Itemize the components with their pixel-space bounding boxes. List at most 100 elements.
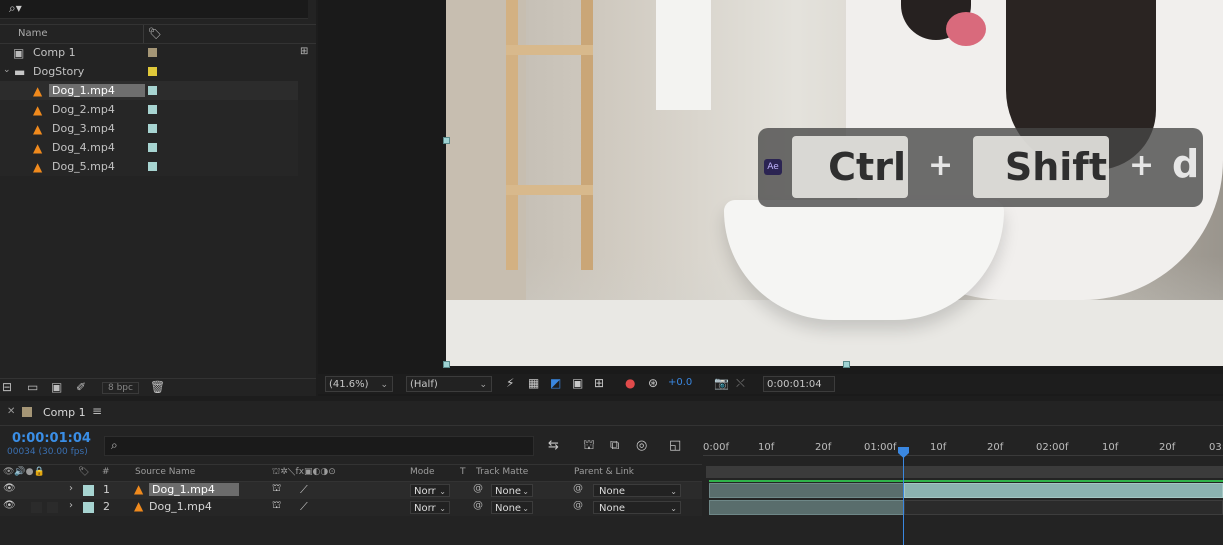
show-snapshot-icon[interactable]: ⛌ [736,376,745,391]
layer-row[interactable]: 👁 › 2 ▲ Dog_1.mp4 ⛫ ⟋ Norr ⌄ @ None ⌄ @ No… [0,499,702,516]
parent-dropdown[interactable]: None ⌄ [593,501,681,514]
new-composition-icon[interactable]: ▣ [51,380,62,394]
flowchart-icon[interactable]: ⊞ [300,46,308,57]
label-tag-icon[interactable]: 🏷 [78,467,89,477]
column-name-label[interactable]: Name [18,28,48,39]
ruler-tick-label: 20f [815,442,832,453]
color-depth-button[interactable]: 8 bpc [102,382,139,394]
column-parent: Parent & Link [574,467,634,477]
project-item-comp[interactable]: ▣ Comp 1 ⊞ [0,43,308,62]
panel-menu-icon[interactable]: ≡ [92,404,102,418]
parent-pickwhip-icon[interactable]: @ [573,500,583,511]
blend-mode-dropdown[interactable]: Norr ⌄ [410,484,450,497]
label-color-swatch[interactable] [148,48,157,57]
label-color-swatch[interactable] [148,86,157,95]
parent-dropdown[interactable]: None ⌄ [593,484,681,497]
project-item-footage[interactable]: ▲ Dog_2.mp4 [0,100,298,119]
project-item-footage[interactable]: ▲ Dog_4.mp4 [0,138,298,157]
close-icon[interactable]: ✕ [7,406,15,417]
lock-toggle[interactable] [47,502,58,513]
transform-handle[interactable] [443,361,450,368]
trash-icon[interactable]: 🗑 [150,380,165,394]
layer-source-name[interactable]: Dog_1.mp4 [149,500,212,513]
chevron-down-icon: ⌄ [522,487,529,496]
transform-handle[interactable] [843,361,850,368]
comp-flowchart-icon[interactable]: ⇆ [548,438,559,453]
transparency-grid-icon[interactable]: ▦ [528,376,539,390]
shy-switch-icon[interactable]: ⛫ [272,500,281,513]
project-item-footage[interactable]: ▲ Dog_3.mp4 [0,119,298,138]
layer-color-swatch[interactable] [83,485,94,496]
label-color-swatch[interactable] [148,124,157,133]
current-time-display[interactable]: 0:00:01:04 [12,431,91,446]
quality-switch-icon[interactable]: ⟋ [300,483,308,497]
label-color-swatch[interactable] [148,162,157,171]
label-color-swatch[interactable] [148,105,157,114]
parent-pickwhip-icon[interactable]: @ [573,483,583,494]
eye-icon[interactable]: 👁 [3,483,16,494]
project-item-footage[interactable]: ▲ Dog_5.mp4 [0,157,298,176]
layer-duration-bar[interactable] [709,500,904,515]
channels-icon[interactable]: ● [625,376,635,390]
exposure-value[interactable]: +0.0 [668,377,692,388]
work-area-bar[interactable] [706,466,1223,478]
draft-3d-icon[interactable]: ⛫ [583,438,595,455]
project-item-folder[interactable]: ⌄ ▬ DogStory [0,62,298,81]
region-of-interest-icon[interactable]: ▣ [572,376,583,390]
timeline-tab[interactable]: ✕ Comp 1 ≡ [0,401,1223,426]
hide-shy-layers-icon[interactable]: ⧉ [610,438,619,453]
motion-blur-icon[interactable]: ◱ [669,438,681,453]
resolution-dropdown[interactable]: (Half) ⌄ [406,376,492,392]
project-search-input[interactable]: ⌕▾ [0,0,308,19]
blend-mode-dropdown[interactable]: Norr ⌄ [410,501,450,514]
chevron-right-icon[interactable]: › [69,500,73,511]
column-source-name[interactable]: Source Name [135,467,195,477]
quality-switch-icon[interactable]: ⟋ [300,500,308,514]
magnification-dropdown[interactable]: (41.6%) ⌄ [325,376,393,392]
shy-switch-icon[interactable]: ⛫ [272,483,281,496]
layer-duration-bar[interactable] [904,483,1223,498]
solo-toggle[interactable] [31,502,42,513]
label-color-swatch[interactable] [148,67,157,76]
transform-handle[interactable] [443,137,450,144]
label-tag-icon[interactable]: 🏷 [148,27,162,40]
timeline-search-input[interactable]: ⌕ [104,436,534,456]
chevron-down-icon[interactable]: ⌄ [3,65,11,75]
chevron-right-icon[interactable]: › [69,483,73,494]
layer-source-name[interactable]: Dog_1.mp4 [149,483,239,496]
eye-icon[interactable]: 👁 [3,500,16,511]
project-item-footage[interactable]: ▲ Dog_1.mp4 [0,81,298,100]
track-matte-dropdown[interactable]: None ⌄ [491,501,533,514]
mask-visibility-icon[interactable]: ◩ [550,376,561,390]
new-folder-icon[interactable]: ▭ [27,380,38,394]
layer-number: 1 [103,483,110,496]
dog-tongue [946,12,986,46]
timecode-value: 0:00:01:04 [767,379,822,390]
pickwhip-icon[interactable]: @ [473,500,483,511]
fast-previews-icon[interactable]: ⚡ [506,376,514,390]
comp-tab-label[interactable]: Comp 1 [43,406,86,419]
layer-duration-bar[interactable] [709,483,904,498]
solo-toggle[interactable] [31,485,42,496]
track-matte-dropdown[interactable]: None ⌄ [491,484,533,497]
interpret-footage-icon[interactable]: ⊟ [2,380,12,394]
track-matte-value: None [495,503,522,514]
frame-blending-icon[interactable]: ◎ [636,438,647,453]
current-time-indicator[interactable] [903,447,904,545]
snapshot-camera-icon[interactable]: 📷 [714,376,729,390]
grid-guides-icon[interactable]: ⊞ [594,376,604,390]
lock-toggle[interactable] [47,485,58,496]
ruler-tick-label: 20f [1159,442,1176,453]
search-icon: ⌕ [111,438,118,452]
label-color-swatch[interactable] [148,143,157,152]
layer-row[interactable]: 👁 › 1 ▲ Dog_1.mp4 ⛫ ⟋ Norr ⌄ @ None ⌄ @ No… [0,482,702,499]
time-ruler[interactable]: 0:00f 10f 20f 01:00f 10f 20f 02:00f 10f … [703,433,1223,463]
layer-number: 2 [103,500,110,513]
viewer-timecode[interactable]: 0:00:01:04 [763,376,835,392]
frame-rate-info: 00034 (30.00 fps) [7,447,88,457]
pickwhip-icon[interactable]: @ [473,483,483,494]
color-management-icon[interactable]: ⊛ [648,376,658,390]
adjust-project-settings-icon[interactable]: ✐ [76,380,86,394]
layer-duration-bar[interactable] [904,500,1223,515]
layer-color-swatch[interactable] [83,502,94,513]
